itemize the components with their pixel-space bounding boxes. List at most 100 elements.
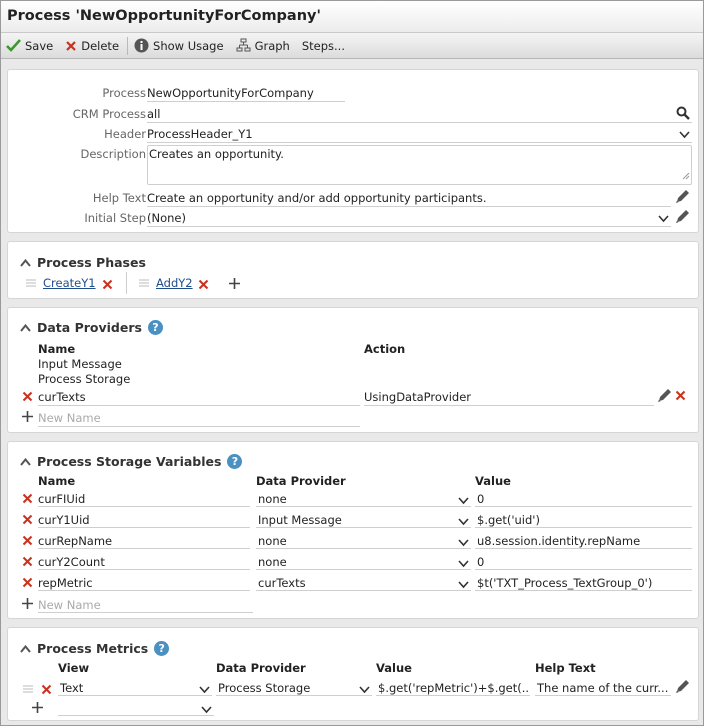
variable-value-input[interactable]: $t('TXT_Process_TextGroup_0') <box>475 573 692 591</box>
toolbar: Save Delete Show Usage Graph Steps... <box>1 33 703 59</box>
variable-name-input[interactable]: curFIUid <box>38 489 250 507</box>
delete-x-icon[interactable] <box>22 514 33 528</box>
chevron-down-icon <box>458 536 469 550</box>
chevron-down-icon <box>201 703 212 717</box>
add-plus-icon[interactable] <box>22 411 33 425</box>
collapse-caret-icon[interactable] <box>20 255 31 270</box>
help-icon[interactable]: ? <box>147 320 163 335</box>
section-title: Process Storage Variables <box>37 454 222 469</box>
column-header-data-provider: Data Provider <box>256 474 346 488</box>
crm-process-input[interactable]: all <box>147 105 692 123</box>
column-header-help-text: Help Text <box>535 661 596 675</box>
column-header-name: Name <box>38 342 76 356</box>
column-header-view: View <box>58 661 90 675</box>
collapse-caret-icon[interactable] <box>20 454 31 469</box>
edit-pencil-icon[interactable] <box>674 208 691 228</box>
chevron-down-icon <box>199 683 210 697</box>
delete-button[interactable]: Delete <box>65 39 119 53</box>
variable-provider-select[interactable]: none <box>256 489 471 507</box>
variable-value-input[interactable]: 0 <box>475 489 692 507</box>
description-textarea[interactable]: Creates an opportunity. <box>147 145 692 185</box>
search-icon[interactable] <box>676 106 690 123</box>
metric-help-text-input[interactable]: The name of the curr... <box>535 678 671 696</box>
save-label: Save <box>25 38 54 53</box>
save-button[interactable]: Save <box>6 39 53 53</box>
variable-name-input[interactable]: curY1Uid <box>38 510 250 528</box>
delete-x-icon[interactable] <box>22 556 33 570</box>
process-metrics-header[interactable]: Process Metrics ? <box>20 641 170 656</box>
provider-static-row: Input Message <box>38 357 122 371</box>
section-title: Process Phases <box>37 255 146 270</box>
process-phases-header[interactable]: Process Phases <box>20 255 146 270</box>
delete-x-icon[interactable] <box>22 391 33 405</box>
help-icon[interactable]: ? <box>227 454 243 469</box>
edit-pencil-icon[interactable] <box>674 188 691 208</box>
metric-value-input[interactable]: $.get('repMetric')+$.get(... <box>376 678 530 696</box>
section-title: Process Metrics <box>37 641 149 656</box>
collapse-caret-icon[interactable] <box>20 320 31 335</box>
toolbar-separator <box>127 36 129 55</box>
add-plus-icon[interactable] <box>22 598 33 612</box>
drag-handle-icon[interactable] <box>23 684 33 698</box>
collapse-caret-icon[interactable] <box>20 641 31 656</box>
new-metric-view-select[interactable] <box>58 698 214 716</box>
edit-pencil-icon[interactable] <box>674 678 691 698</box>
variable-value-input[interactable]: $.get('uid') <box>475 510 692 528</box>
variable-provider-select[interactable]: none <box>256 531 471 549</box>
header-select[interactable]: ProcessHeader_Y1 <box>147 125 692 143</box>
chevron-down-icon <box>458 557 469 571</box>
delete-x-icon[interactable] <box>22 577 33 591</box>
delete-x-icon[interactable] <box>198 279 209 293</box>
column-header-value: Value <box>376 661 412 675</box>
metric-provider-select[interactable]: Process Storage <box>216 678 372 696</box>
variable-value-input[interactable]: u8.session.identity.repName <box>475 531 692 549</box>
help-icon[interactable]: ? <box>154 641 170 656</box>
delete-x-icon[interactable] <box>102 279 113 293</box>
variable-name-input[interactable]: repMetric <box>38 573 250 591</box>
provider-action-input[interactable]: UsingDataProvider <box>364 388 654 406</box>
phase-link-addy2[interactable]: AddY2 <box>156 276 193 290</box>
variable-value-input[interactable]: 0 <box>475 552 692 570</box>
steps-button[interactable]: Steps... <box>302 39 345 53</box>
initial-step-label: Initial Step <box>84 211 146 225</box>
help-text-label: Help Text <box>92 191 146 205</box>
info-icon <box>134 38 149 53</box>
window-frame: Process 'NewOpportunityForCompany' Save … <box>0 0 704 726</box>
process-label: Process <box>102 86 146 100</box>
variable-name-input[interactable]: curY2Count <box>38 552 250 570</box>
phase-link-createy1[interactable]: CreateY1 <box>43 276 96 290</box>
add-plus-icon[interactable] <box>32 702 43 716</box>
delete-x-icon[interactable] <box>675 390 686 404</box>
chevron-down-icon <box>458 578 469 592</box>
show-usage-button[interactable]: Show Usage <box>134 38 224 53</box>
delete-x-icon[interactable] <box>22 535 33 549</box>
crm-process-label: CRM Process <box>72 107 146 121</box>
column-header-action: Action <box>364 342 406 356</box>
graph-button[interactable]: Graph <box>236 38 290 53</box>
data-providers-panel: Data Providers ? Name Action Input Messa… <box>7 307 699 433</box>
initial-step-select[interactable]: (None) <box>147 209 671 227</box>
drag-handle-icon[interactable] <box>26 278 36 292</box>
edit-pencil-icon[interactable] <box>656 387 673 407</box>
storage-variables-header[interactable]: Process Storage Variables ? <box>20 454 243 469</box>
new-provider-name-input[interactable]: New Name <box>38 409 360 427</box>
help-text-input[interactable]: Create an opportunity and/or add opportu… <box>147 189 671 207</box>
process-name-input[interactable]: NewOpportunityForCompany <box>147 84 345 102</box>
resize-grip-icon[interactable] <box>682 169 690 183</box>
new-variable-name-input[interactable]: New Name <box>38 595 253 613</box>
delete-x-icon[interactable] <box>41 684 52 698</box>
column-header-name: Name <box>38 474 76 488</box>
provider-name-input[interactable]: curTexts <box>38 388 360 406</box>
provider-static-row: Process Storage <box>38 372 131 386</box>
variable-provider-select[interactable]: none <box>256 552 471 570</box>
drag-handle-icon[interactable] <box>139 278 149 292</box>
section-title: Data Providers <box>37 320 142 335</box>
variable-name-input[interactable]: curRepName <box>38 531 250 549</box>
variable-provider-select[interactable]: Input Message <box>256 510 471 528</box>
metric-view-select[interactable]: Text <box>58 678 212 696</box>
add-plus-icon[interactable] <box>229 278 240 292</box>
data-providers-header[interactable]: Data Providers ? <box>20 320 163 335</box>
delete-x-icon[interactable] <box>22 493 33 507</box>
chevron-down-icon <box>658 212 669 226</box>
variable-provider-select[interactable]: curTexts <box>256 573 471 591</box>
